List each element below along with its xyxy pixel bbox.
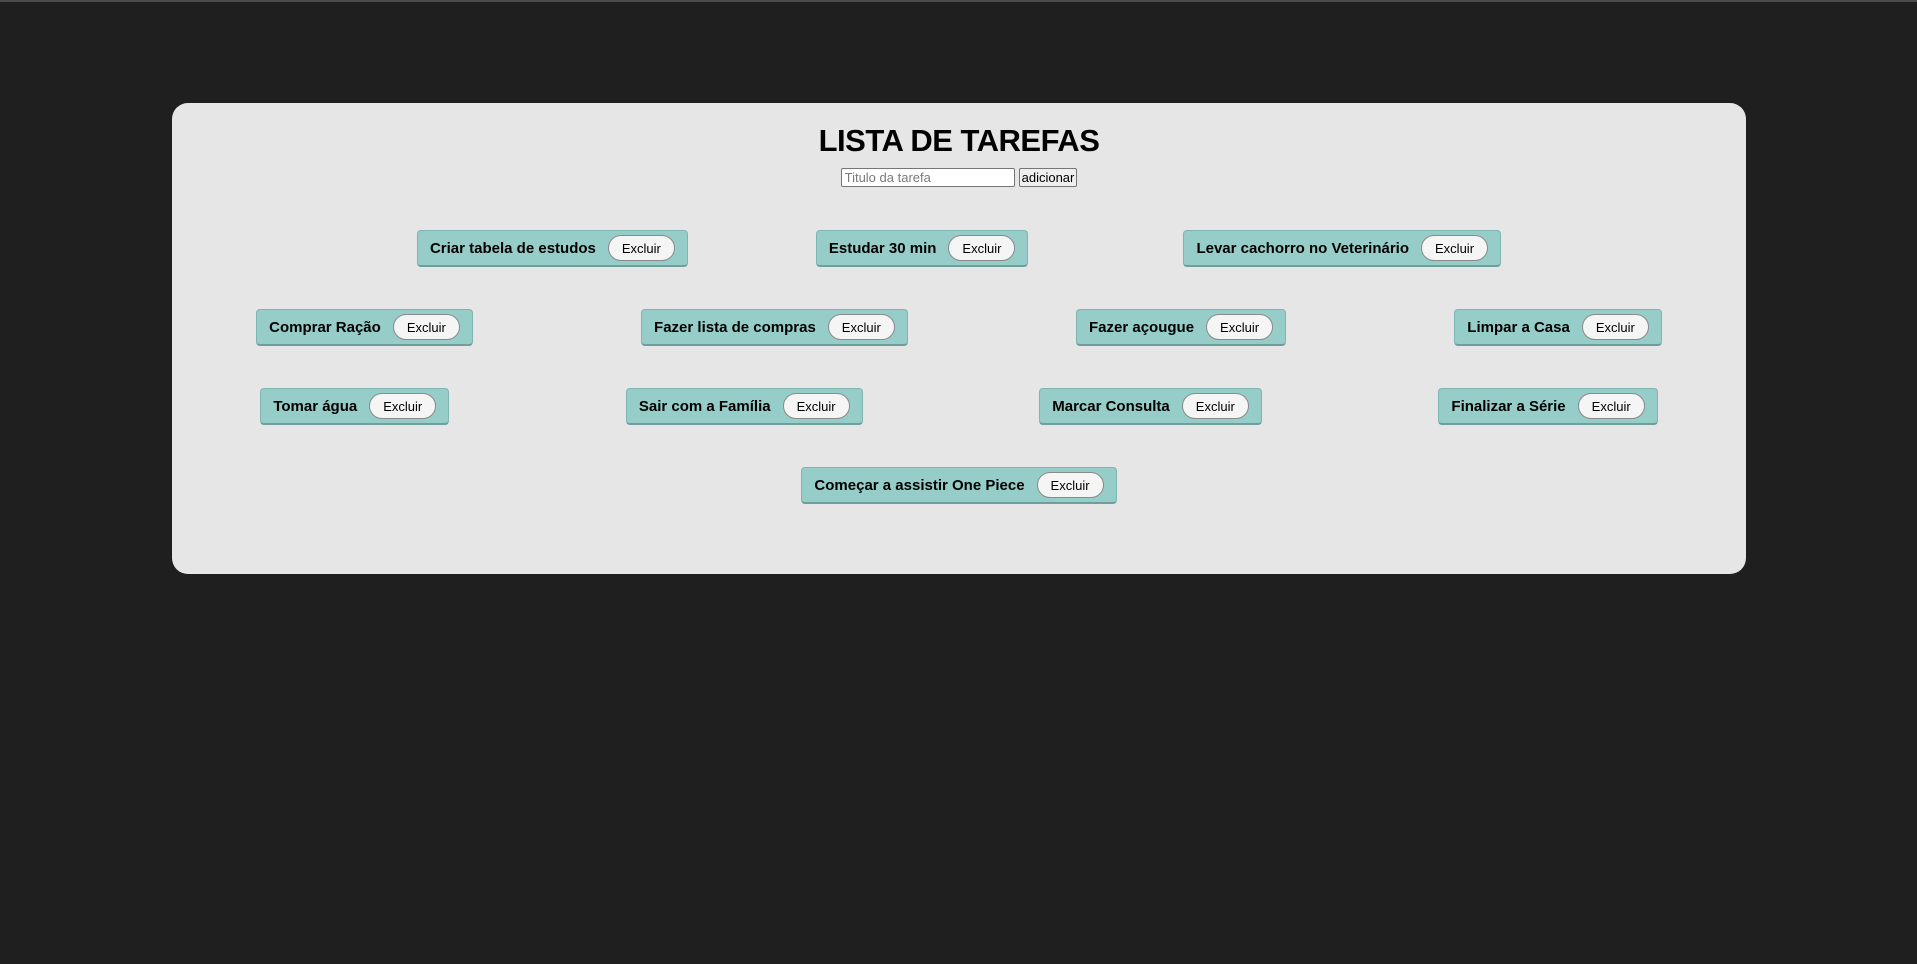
delete-task-button[interactable]: Excluir (1181, 393, 1249, 419)
delete-task-button[interactable]: Excluir (1577, 393, 1645, 419)
delete-task-button[interactable]: Excluir (1206, 314, 1274, 340)
task-title: Limpar a Casa (1467, 318, 1570, 336)
task-item: Estudar 30 min Excluir (815, 230, 1029, 267)
delete-task-button[interactable]: Excluir (1581, 314, 1649, 340)
delete-task-button[interactable]: Excluir (782, 393, 850, 419)
task-item: Começar a assistir One Piece Excluir (801, 467, 1117, 504)
task-item: Levar cachorro no Veterinário Excluir (1183, 230, 1502, 267)
task-item: Criar tabela de estudos Excluir (416, 230, 688, 267)
task-title: Levar cachorro no Veterinário (1196, 239, 1410, 257)
task-panel: LISTA DE TAREFAS adicionar Criar tabela … (172, 103, 1746, 574)
delete-task-button[interactable]: Excluir (607, 235, 675, 261)
task-row: Tomar água Excluir Sair com a Família Ex… (172, 367, 1746, 446)
task-item: Limpar a Casa Excluir (1454, 309, 1662, 346)
delete-task-button[interactable]: Excluir (392, 314, 460, 340)
task-item: Sair com a Família Excluir (625, 388, 863, 425)
task-item: Marcar Consulta Excluir (1039, 388, 1262, 425)
task-title: Fazer açougue (1089, 318, 1195, 336)
delete-task-button[interactable]: Excluir (1421, 235, 1489, 261)
add-task-button[interactable]: adicionar (1018, 168, 1078, 187)
page-title: LISTA DE TAREFAS (818, 123, 1100, 158)
task-row: Começar a assistir One Piece Excluir (172, 446, 1746, 525)
task-title-input[interactable] (840, 168, 1015, 187)
task-item: Fazer açougue Excluir (1076, 309, 1287, 346)
task-title: Tomar água (273, 397, 358, 415)
task-list: Criar tabela de estudos Excluir Estudar … (172, 209, 1746, 525)
task-title: Estudar 30 min (828, 239, 937, 257)
task-row: Criar tabela de estudos Excluir Estudar … (172, 209, 1746, 288)
task-item: Fazer lista de compras Excluir (641, 309, 908, 346)
delete-task-button[interactable]: Excluir (1036, 472, 1104, 498)
task-title: Sair com a Família (638, 397, 771, 415)
task-title: Criar tabela de estudos (429, 239, 596, 257)
delete-task-button[interactable]: Excluir (827, 314, 895, 340)
task-item: Tomar água Excluir (260, 388, 450, 425)
task-title: Comprar Ração (269, 318, 381, 336)
task-title: Finalizar a Série (1451, 397, 1566, 415)
task-item: Finalizar a Série Excluir (1438, 388, 1658, 425)
task-item: Comprar Ração Excluir (256, 309, 473, 346)
add-task-form: adicionar (172, 168, 1746, 187)
task-title: Começar a assistir One Piece (814, 476, 1025, 494)
task-title: Marcar Consulta (1052, 397, 1170, 415)
task-row: Comprar Ração Excluir Fazer lista de com… (172, 288, 1746, 367)
delete-task-button[interactable]: Excluir (369, 393, 437, 419)
delete-task-button[interactable]: Excluir (948, 235, 1016, 261)
task-title: Fazer lista de compras (654, 318, 816, 336)
window-top-border (0, 0, 1917, 2)
